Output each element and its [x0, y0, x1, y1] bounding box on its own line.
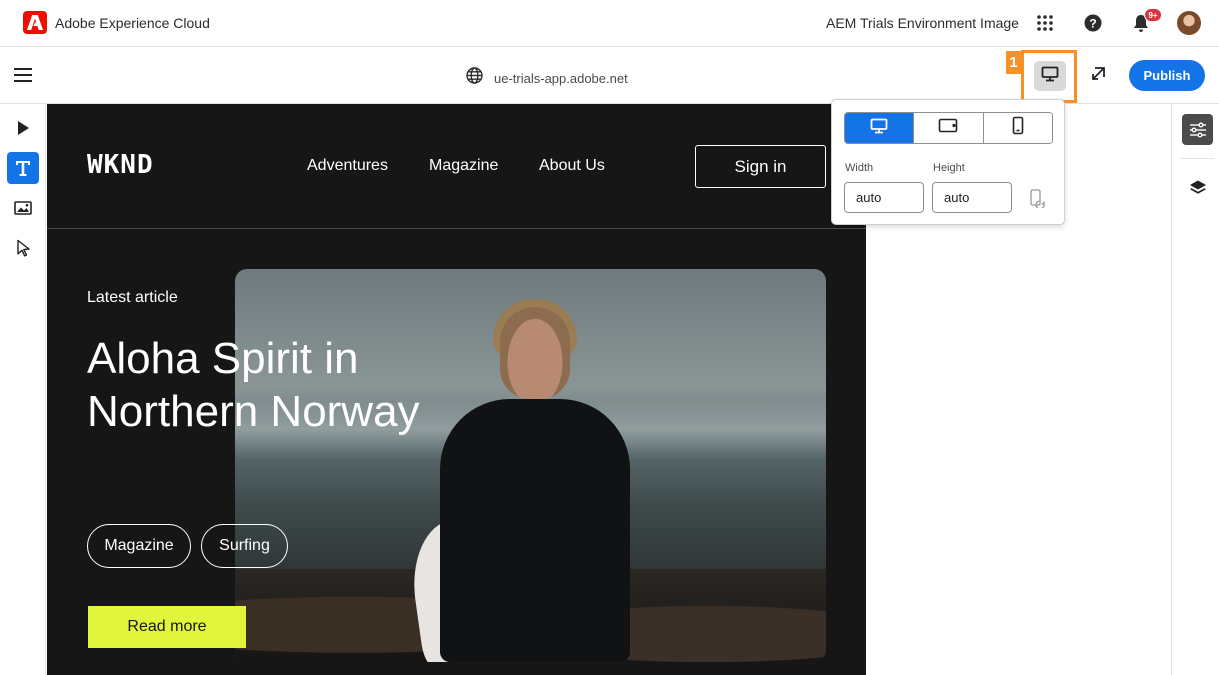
preview-play-icon[interactable] — [7, 112, 39, 144]
header-divider — [47, 228, 866, 229]
read-more-button[interactable]: Read more — [88, 606, 246, 648]
left-tool-rail — [0, 104, 46, 675]
preview-canvas[interactable]: WKND Adventures Magazine About Us Sign i… — [47, 104, 866, 675]
brand-name[interactable]: Adobe Experience Cloud — [55, 15, 210, 31]
rail-divider — [1180, 158, 1214, 159]
avatar[interactable] — [1177, 11, 1201, 35]
properties-sliders-icon[interactable] — [1182, 114, 1213, 145]
article-kicker[interactable]: Latest article — [87, 289, 178, 307]
width-label: Width — [845, 162, 874, 174]
tablet-icon — [938, 118, 958, 138]
height-input[interactable]: auto — [932, 182, 1012, 213]
height-label: Height — [933, 162, 965, 174]
site-logo[interactable]: WKND — [87, 150, 154, 180]
help-icon[interactable]: ? — [1082, 12, 1104, 34]
tag-surfing[interactable]: Surfing — [201, 524, 288, 568]
open-in-new-window-icon[interactable] — [1086, 64, 1108, 86]
desktop-icon — [870, 118, 888, 139]
location-display[interactable]: ue-trials-app.adobe.net — [466, 67, 628, 89]
select-cursor-icon[interactable] — [7, 232, 39, 264]
nav-link-magazine[interactable]: Magazine — [429, 157, 498, 175]
hamburger-icon[interactable] — [14, 68, 32, 84]
device-tablet-button[interactable] — [914, 113, 984, 143]
text-icon[interactable] — [7, 152, 39, 184]
bell-icon[interactable]: 9+ — [1130, 8, 1162, 34]
mobile-icon — [1012, 116, 1024, 140]
notification-badge: 9+ — [1144, 8, 1162, 22]
globe-icon — [466, 67, 483, 89]
publish-button[interactable]: Publish — [1129, 60, 1205, 91]
nav-link-adventures[interactable]: Adventures — [307, 157, 388, 175]
svg-text:?: ? — [1089, 17, 1096, 31]
tag-magazine[interactable]: Magazine — [87, 524, 191, 568]
right-panel-rail — [1171, 104, 1219, 675]
editor-toolbar: ue-trials-app.adobe.net 1 Publish — [0, 48, 1219, 104]
device-mobile-button[interactable] — [983, 113, 1052, 143]
callout-marker: 1 — [1006, 51, 1021, 74]
url-text: ue-trials-app.adobe.net — [494, 70, 628, 86]
layers-icon[interactable] — [1182, 172, 1213, 203]
rotate-device-icon[interactable] — [1028, 188, 1048, 208]
device-selector — [844, 112, 1053, 144]
nav-link-about-us[interactable]: About Us — [539, 157, 605, 175]
org-switcher[interactable]: AEM Trials Environment Image — [826, 15, 1019, 31]
desktop-icon — [1041, 66, 1059, 87]
sign-in-button[interactable]: Sign in — [695, 145, 826, 188]
adobe-logo-icon[interactable] — [23, 11, 47, 34]
width-input[interactable]: auto — [844, 182, 924, 213]
article-headline[interactable]: Aloha Spirit in Northern Norway — [87, 332, 427, 438]
device-desktop-button[interactable] — [845, 113, 915, 143]
image-icon[interactable] — [7, 192, 39, 224]
emulator-popover: Width auto Height auto — [831, 99, 1065, 225]
hero-image[interactable] — [235, 269, 826, 662]
shell-header: Adobe Experience Cloud AEM Trials Enviro… — [0, 0, 1219, 47]
emulator-toggle-button[interactable] — [1034, 61, 1066, 91]
app-grid-icon[interactable] — [1034, 12, 1056, 34]
